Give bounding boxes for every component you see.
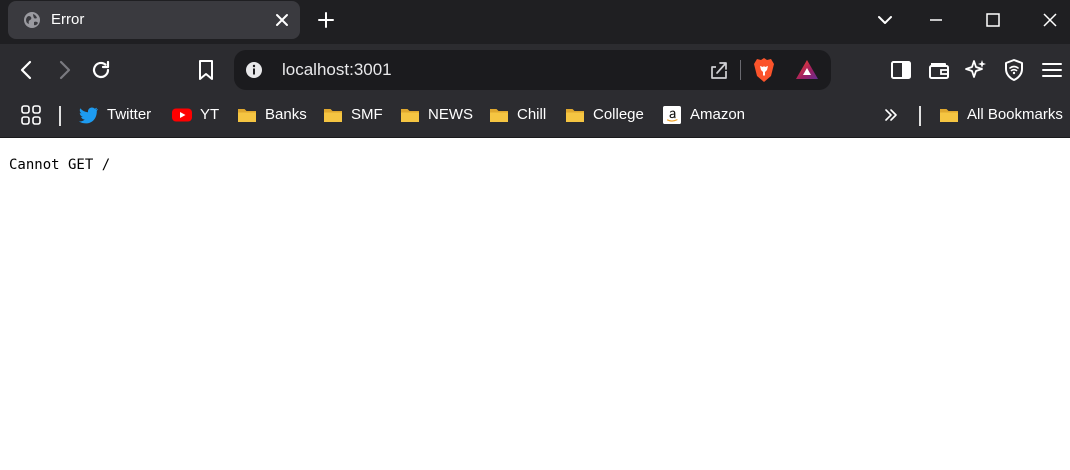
bookmark-smf[interactable]: SMF	[323, 102, 383, 128]
address-bar-divider	[740, 60, 741, 80]
tab-title: Error	[51, 11, 85, 28]
back-icon[interactable]	[15, 58, 39, 82]
new-tab-icon[interactable]	[316, 10, 336, 30]
bookmark-label: Amazon	[690, 106, 746, 123]
youtube-icon	[172, 108, 192, 122]
error-message: Cannot GET /	[9, 157, 111, 173]
sidebar-icon[interactable]	[889, 58, 913, 82]
maximize-icon[interactable]	[983, 10, 1003, 30]
bookmark-label: YT	[200, 106, 220, 123]
brave-rewards-icon[interactable]	[795, 58, 819, 82]
amazon-icon	[663, 106, 681, 124]
vpn-icon[interactable]	[1002, 58, 1026, 82]
bookmark-news[interactable]: NEWS	[400, 102, 473, 128]
bookmarks-separator	[59, 106, 61, 126]
tab-strip: Error	[0, 0, 1070, 44]
wallet-icon[interactable]	[927, 58, 951, 82]
leo-ai-icon[interactable]	[964, 58, 988, 82]
bookmarks-separator	[919, 106, 921, 126]
folder-icon	[324, 109, 342, 122]
bookmark-label: NEWS	[428, 106, 473, 123]
apps-grid-icon[interactable]	[20, 104, 42, 126]
site-info-icon[interactable]	[245, 61, 263, 79]
folder-icon	[238, 109, 256, 122]
folder-icon	[401, 109, 419, 122]
all-bookmarks-button[interactable]: All Bookmarks	[939, 102, 1063, 128]
bookmark-college[interactable]: College	[565, 102, 644, 128]
forward-icon[interactable]	[52, 58, 76, 82]
page-content: Cannot GET /	[0, 139, 1070, 470]
bookmark-icon[interactable]	[194, 58, 218, 82]
bookmarks-bar: Twitter YT Banks SMF NEWS Chill College …	[0, 96, 1070, 138]
tab-search-chevron-icon[interactable]	[875, 10, 895, 30]
folder-icon	[940, 109, 958, 122]
folder-icon	[566, 109, 584, 122]
close-window-icon[interactable]	[1040, 10, 1060, 30]
brave-shields-icon[interactable]	[752, 57, 776, 83]
bookmark-chill[interactable]: Chill	[489, 102, 546, 128]
menu-icon[interactable]	[1040, 58, 1064, 82]
reload-icon[interactable]	[89, 58, 113, 82]
bookmark-label: Chill	[517, 106, 547, 123]
tab-error[interactable]: Error	[8, 1, 300, 39]
minimize-icon[interactable]	[926, 10, 946, 30]
address-bar[interactable]: localhost:3001	[234, 50, 831, 90]
close-tab-icon[interactable]	[272, 10, 292, 30]
globe-icon	[24, 12, 40, 28]
folder-icon	[490, 109, 508, 122]
bookmark-label: SMF	[351, 106, 383, 123]
bookmark-label: Banks	[265, 106, 307, 123]
toolbar: localhost:3001	[0, 44, 1070, 96]
more-bookmarks-icon[interactable]	[882, 106, 900, 124]
share-icon[interactable]	[708, 59, 730, 81]
bookmark-banks[interactable]: Banks	[237, 102, 307, 128]
bookmark-label: Twitter	[107, 106, 152, 123]
bookmark-amazon[interactable]: Amazon	[662, 102, 745, 128]
bookmark-twitter[interactable]: Twitter	[79, 102, 151, 128]
all-bookmarks-label: All Bookmarks	[967, 106, 1063, 123]
bookmark-label: College	[593, 106, 644, 123]
url-text[interactable]: localhost:3001	[282, 60, 392, 80]
bookmark-yt[interactable]: YT	[172, 102, 219, 128]
twitter-icon	[79, 107, 98, 124]
